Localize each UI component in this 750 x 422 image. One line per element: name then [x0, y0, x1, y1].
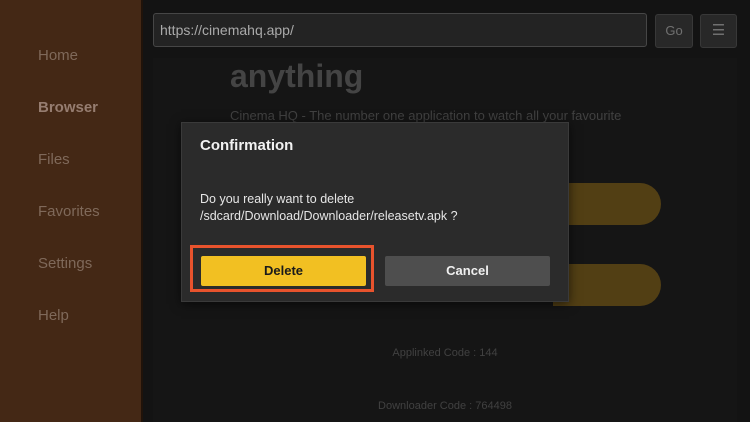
- cancel-button[interactable]: Cancel: [385, 256, 550, 286]
- app-screen: Home Browser Files Favorites Settings He…: [0, 0, 750, 422]
- dialog-message: Do you really want to delete /sdcard/Dow…: [200, 192, 458, 223]
- delete-button[interactable]: Delete: [201, 256, 366, 286]
- dialog-title: Confirmation: [200, 137, 294, 154]
- confirmation-dialog: Confirmation Do you really want to delet…: [181, 122, 569, 302]
